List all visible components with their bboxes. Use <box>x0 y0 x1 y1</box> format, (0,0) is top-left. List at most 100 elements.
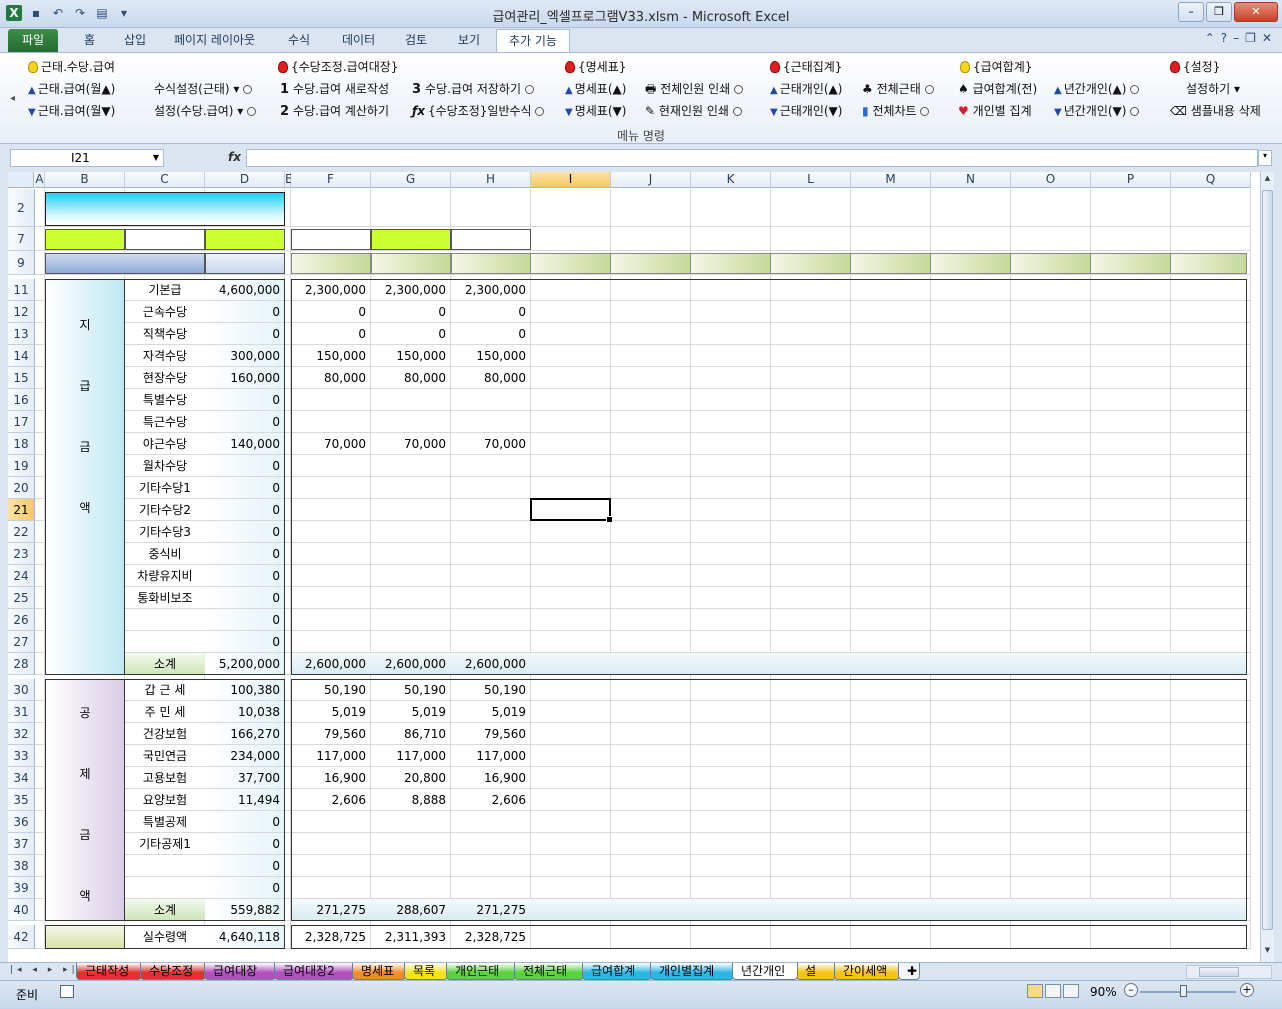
row-header-30[interactable]: 30 <box>8 679 35 701</box>
pay-item-month[interactable] <box>291 411 371 432</box>
column-header-D[interactable]: D <box>205 172 285 188</box>
deduct-item-month[interactable] <box>371 811 451 832</box>
row-header-40[interactable]: 40 <box>8 899 35 921</box>
sheet-tab[interactable]: 개인별집계 <box>650 963 734 980</box>
btn-all-chart[interactable]: ▮ 전체차트 <box>862 103 930 119</box>
pay-item-total[interactable]: 0 <box>205 499 285 520</box>
sheet-tab[interactable]: 명세표 <box>352 963 406 980</box>
sheet-tab[interactable]: 목록 <box>404 963 448 980</box>
pay-sum-total[interactable]: 5,200,000 <box>205 653 285 674</box>
pay-item-month[interactable]: 150,000 <box>451 345 531 366</box>
row-header-21[interactable]: 21 <box>8 499 35 521</box>
radio-icon[interactable] <box>920 107 930 116</box>
dropdown-arrow-icon[interactable]: ▼ <box>153 150 159 166</box>
pay-item-month[interactable] <box>291 477 371 498</box>
selected-cell[interactable] <box>530 498 613 523</box>
column-header-C[interactable]: C <box>125 172 205 188</box>
pay-item-month[interactable]: 0 <box>451 301 531 322</box>
sheet-tab[interactable]: 간이세액 <box>834 963 900 980</box>
btn-annual-up[interactable]: ▲ 년간개인(▲) <box>1054 81 1140 99</box>
pay-item-total[interactable]: 0 <box>205 521 285 542</box>
doc-restore-icon[interactable]: ❐ <box>1245 31 1256 45</box>
deduct-item-month[interactable] <box>451 877 531 898</box>
sheet-tab[interactable]: 급여대장 <box>204 963 276 980</box>
radio-icon[interactable] <box>924 85 934 94</box>
pay-item-total[interactable]: 0 <box>205 477 285 498</box>
pay-item-month[interactable]: 0 <box>291 301 371 322</box>
column-header-O[interactable]: O <box>1011 172 1091 188</box>
deduct-item-total[interactable]: 0 <box>205 855 285 876</box>
tab-data[interactable]: 데이터 <box>330 29 387 52</box>
row-header-37[interactable]: 37 <box>8 833 35 855</box>
row-header-22[interactable]: 22 <box>8 521 35 543</box>
btn-attend-down[interactable]: ▼ 근태개인(▼) <box>770 103 842 121</box>
radio-icon[interactable] <box>247 107 257 116</box>
deduct-item-total[interactable]: 11,494 <box>205 789 285 810</box>
doc-minimize-icon[interactable]: – <box>1233 31 1239 45</box>
radio-icon[interactable] <box>734 85 744 94</box>
deduct-item-month[interactable]: 79,560 <box>291 723 371 744</box>
deduct-item-month[interactable] <box>451 811 531 832</box>
doc-close-icon[interactable]: ✕ <box>1262 31 1272 45</box>
pay-item-month[interactable] <box>371 543 451 564</box>
net-pay-month[interactable]: 2,311,393 <box>371 925 451 948</box>
deduct-item-month[interactable] <box>291 833 371 854</box>
pay-item-month[interactable]: 150,000 <box>291 345 371 366</box>
pay-item-month[interactable] <box>291 565 371 586</box>
pay-item-total[interactable]: 140,000 <box>205 433 285 454</box>
column-header-Q[interactable]: Q <box>1171 172 1251 188</box>
row-header-31[interactable]: 31 <box>8 701 35 723</box>
row-header-19[interactable]: 19 <box>8 455 35 477</box>
deduct-item-month[interactable] <box>451 833 531 854</box>
pay-item-month[interactable] <box>451 521 531 542</box>
deduct-item-month[interactable]: 2,606 <box>451 789 531 810</box>
pay-item-month[interactable] <box>451 609 531 630</box>
deduct-sum-total[interactable]: 559,882 <box>205 899 285 920</box>
formula-input[interactable] <box>246 149 1258 167</box>
btn-formula-setting[interactable]: 수식설정(근태) ▾ <box>154 81 253 97</box>
radio-icon[interactable] <box>732 107 742 116</box>
pay-item-month[interactable] <box>371 521 451 542</box>
pay-item-month[interactable]: 0 <box>451 323 531 344</box>
pay-item-month[interactable]: 2,300,000 <box>451 279 531 300</box>
sheet-tab[interactable]: 근태작성 <box>76 963 142 980</box>
deduct-item-total[interactable]: 0 <box>205 833 285 854</box>
pay-item-total[interactable]: 0 <box>205 323 285 344</box>
row-header-20[interactable]: 20 <box>8 477 35 499</box>
zoom-level[interactable]: 90% <box>1090 985 1117 999</box>
tab-insert[interactable]: 삽입 <box>112 29 158 52</box>
pay-item-month[interactable] <box>291 543 371 564</box>
minimize-button[interactable]: – <box>1178 2 1204 22</box>
deduct-item-month[interactable] <box>371 833 451 854</box>
pay-item-total[interactable]: 0 <box>205 301 285 322</box>
zoom-in-icon[interactable]: + <box>1240 983 1254 997</box>
btn-calc-pay[interactable]: 2 수당.급여 계산하기 <box>280 103 389 120</box>
hscroll-thumb[interactable] <box>1199 967 1239 977</box>
sheet-tab[interactable]: 개인근태 <box>446 963 516 980</box>
column-header-K[interactable]: K <box>691 172 771 188</box>
btn-personal-sum[interactable]: ♥ 개인별 집계 <box>958 103 1032 119</box>
deduct-sum-month[interactable]: 271,275 <box>451 899 531 920</box>
pay-item-month[interactable] <box>451 477 531 498</box>
pay-item-total[interactable]: 300,000 <box>205 345 285 366</box>
pay-sum-month[interactable]: 2,600,000 <box>291 653 371 674</box>
pay-item-total[interactable]: 0 <box>205 455 285 476</box>
row-header-32[interactable]: 32 <box>8 723 35 745</box>
row-header-24[interactable]: 24 <box>8 565 35 587</box>
pay-item-month[interactable] <box>291 389 371 410</box>
row-header-26[interactable]: 26 <box>8 609 35 631</box>
radio-icon[interactable] <box>535 107 545 116</box>
row-header-28[interactable]: 28 <box>8 653 35 675</box>
ribbon-scroll-left-icon[interactable]: ◂ <box>10 93 15 104</box>
deduct-item-month[interactable]: 79,560 <box>451 723 531 744</box>
btn-annual-down[interactable]: ▼ 년간개인(▼) <box>1054 103 1140 121</box>
normal-view-icon[interactable] <box>1027 984 1043 998</box>
pay-item-month[interactable] <box>451 411 531 432</box>
row-header-15[interactable]: 15 <box>8 367 35 389</box>
deduct-item-month[interactable]: 8,888 <box>371 789 451 810</box>
radio-icon[interactable] <box>243 85 253 94</box>
column-header-G[interactable]: G <box>371 172 451 188</box>
btn-settings[interactable]: 설정하기 ▾ <box>1186 81 1240 97</box>
tab-page-layout[interactable]: 페이지 레이아웃 <box>162 29 267 52</box>
deduct-item-month[interactable]: 117,000 <box>291 745 371 766</box>
